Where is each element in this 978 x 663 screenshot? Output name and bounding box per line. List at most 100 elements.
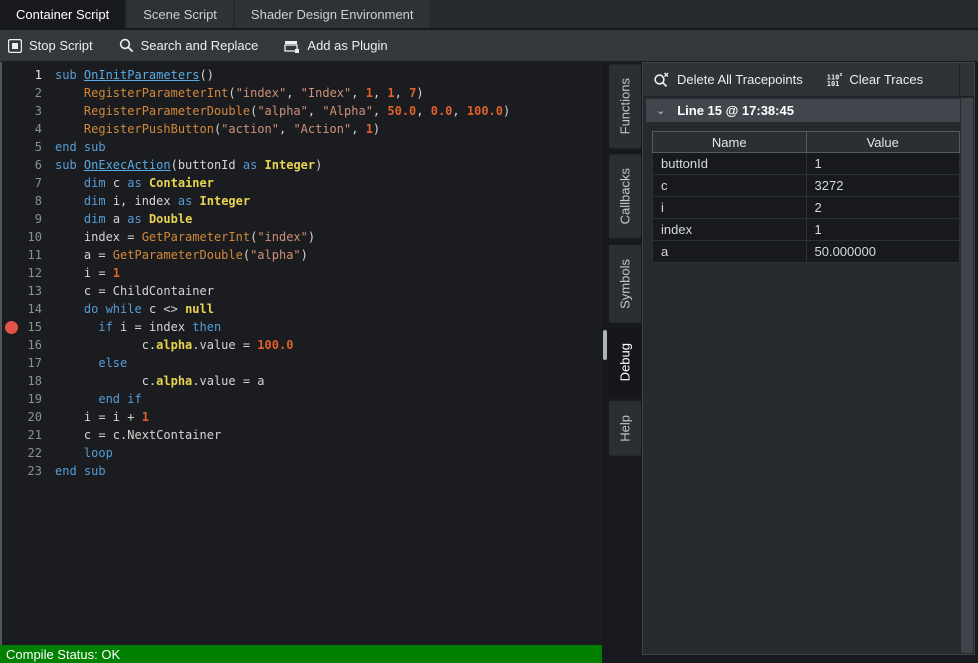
delete-all-tracepoints-button[interactable]: Delete All Tracepoints — [653, 72, 803, 88]
breakpoint-margin[interactable] — [2, 138, 20, 156]
breakpoint-margin[interactable] — [2, 210, 20, 228]
search-icon — [119, 38, 134, 53]
line-number: 20 — [20, 408, 42, 426]
compile-status-text: Compile Status: OK — [6, 647, 120, 662]
panel-scrollbar-thumb[interactable] — [961, 98, 973, 653]
code-line-9[interactable]: 9 dim a as Double — [2, 210, 602, 228]
trace-name-cell: i — [653, 197, 807, 219]
line-number: 19 — [20, 390, 42, 408]
trace-row-a[interactable]: a50.000000 — [653, 241, 960, 263]
editor-panel-splitter[interactable] — [602, 62, 608, 663]
trace-row-buttonId[interactable]: buttonId1 — [653, 153, 960, 175]
breakpoint-margin[interactable] — [2, 66, 20, 84]
breakpoint-margin[interactable] — [2, 228, 20, 246]
script-toolbar: Stop Script Search and Replace Add as Pl… — [0, 30, 978, 62]
search-and-replace-button[interactable]: Search and Replace — [119, 38, 259, 53]
side-tab-symbols[interactable]: Symbols — [609, 245, 641, 323]
side-tab-help[interactable]: Help — [609, 401, 641, 456]
code-line-23[interactable]: 23end sub — [2, 462, 602, 480]
code-line-13[interactable]: 13 c = ChildContainer — [2, 282, 602, 300]
breakpoint-margin[interactable] — [2, 444, 20, 462]
breakpoint-dot[interactable] — [5, 321, 18, 334]
tracepoint-group-header[interactable]: ⌄ Line 15 @ 17:38:45 — [646, 99, 960, 122]
code-text: c = ChildContainer — [42, 282, 214, 300]
breakpoint-margin[interactable] — [2, 354, 20, 372]
breakpoint-margin[interactable] — [2, 174, 20, 192]
code-editor[interactable]: 1sub OnInitParameters()2 RegisterParamet… — [0, 62, 602, 645]
search-and-replace-label: Search and Replace — [141, 38, 259, 53]
breakpoint-margin[interactable] — [2, 246, 20, 264]
breakpoint-margin[interactable] — [2, 102, 20, 120]
breakpoint-margin[interactable] — [2, 408, 20, 426]
code-line-14[interactable]: 14 do while c <> null — [2, 300, 602, 318]
code-line-21[interactable]: 21 c = c.NextContainer — [2, 426, 602, 444]
add-as-plugin-button[interactable]: Add as Plugin — [284, 38, 387, 53]
code-line-16[interactable]: 16 c.alpha.value = 100.0 — [2, 336, 602, 354]
code-line-20[interactable]: 20 i = i + 1 — [2, 408, 602, 426]
trace-row-i[interactable]: i2 — [653, 197, 960, 219]
line-number: 12 — [20, 264, 42, 282]
trace-row-index[interactable]: index1 — [653, 219, 960, 241]
line-number: 22 — [20, 444, 42, 462]
breakpoint-margin[interactable] — [2, 318, 20, 336]
code-line-12[interactable]: 12 i = 1 — [2, 264, 602, 282]
breakpoint-margin[interactable] — [2, 120, 20, 138]
stop-script-button[interactable]: Stop Script — [8, 38, 93, 53]
breakpoint-margin[interactable] — [2, 336, 20, 354]
side-tab-callbacks[interactable]: Callbacks — [609, 154, 641, 238]
search-delete-icon — [653, 72, 670, 88]
panel-toolbar-corner — [959, 63, 974, 96]
breakpoint-margin[interactable] — [2, 264, 20, 282]
code-text: c.alpha.value = a — [42, 372, 265, 390]
trace-col-value[interactable]: Value — [806, 132, 960, 153]
code-line-4[interactable]: 4 RegisterPushButton("action", "Action",… — [2, 120, 602, 138]
chevron-down-icon: ⌄ — [656, 104, 665, 117]
code-line-19[interactable]: 19 end if — [2, 390, 602, 408]
trace-row-c[interactable]: c3272 — [653, 175, 960, 197]
line-number: 8 — [20, 192, 42, 210]
code-line-3[interactable]: 3 RegisterParameterDouble("alpha", "Alph… — [2, 102, 602, 120]
code-line-2[interactable]: 2 RegisterParameterInt("index", "Index",… — [2, 84, 602, 102]
code-line-18[interactable]: 18 c.alpha.value = a — [2, 372, 602, 390]
code-line-11[interactable]: 11 a = GetParameterDouble("alpha") — [2, 246, 602, 264]
line-number: 11 — [20, 246, 42, 264]
doc-tab-shader-design-environment[interactable]: Shader Design Environment — [235, 0, 430, 28]
breakpoint-margin[interactable] — [2, 192, 20, 210]
splitter-grip[interactable] — [603, 330, 607, 360]
code-line-17[interactable]: 17 else — [2, 354, 602, 372]
code-line-10[interactable]: 10 index = GetParameterInt("index") — [2, 228, 602, 246]
line-number: 3 — [20, 102, 42, 120]
clear-traces-button[interactable]: 110x 101 Clear Traces — [827, 72, 923, 87]
panel-scrollbar[interactable] — [960, 97, 974, 654]
doc-tab-scene-script[interactable]: Scene Script — [127, 0, 233, 28]
code-text: sub OnExecAction(buttonId as Integer) — [42, 156, 322, 174]
code-line-8[interactable]: 8 dim i, index as Integer — [2, 192, 602, 210]
line-number: 15 — [20, 318, 42, 336]
line-number: 16 — [20, 336, 42, 354]
breakpoint-margin[interactable] — [2, 390, 20, 408]
line-number: 13 — [20, 282, 42, 300]
breakpoint-margin[interactable] — [2, 156, 20, 174]
breakpoint-margin[interactable] — [2, 282, 20, 300]
breakpoint-margin[interactable] — [2, 84, 20, 102]
breakpoint-margin[interactable] — [2, 462, 20, 480]
breakpoint-margin[interactable] — [2, 372, 20, 390]
code-line-1[interactable]: 1sub OnInitParameters() — [2, 66, 602, 84]
breakpoint-margin[interactable] — [2, 426, 20, 444]
code-line-6[interactable]: 6sub OnExecAction(buttonId as Integer) — [2, 156, 602, 174]
doc-tab-container-script[interactable]: Container Script — [0, 0, 125, 28]
trace-name-cell: a — [653, 241, 807, 263]
add-as-plugin-label: Add as Plugin — [307, 38, 387, 53]
trace-col-name[interactable]: Name — [653, 132, 807, 153]
code-text: else — [42, 354, 127, 372]
clear-traces-label: Clear Traces — [849, 72, 923, 87]
code-line-22[interactable]: 22 loop — [2, 444, 602, 462]
breakpoint-margin[interactable] — [2, 300, 20, 318]
side-tab-functions[interactable]: Functions — [609, 64, 641, 148]
code-line-15[interactable]: 15 if i = index then — [2, 318, 602, 336]
trace-name-cell: buttonId — [653, 153, 807, 175]
code-text: end if — [42, 390, 142, 408]
side-tab-debug[interactable]: Debug — [609, 329, 641, 395]
code-line-7[interactable]: 7 dim c as Container — [2, 174, 602, 192]
code-line-5[interactable]: 5end sub — [2, 138, 602, 156]
